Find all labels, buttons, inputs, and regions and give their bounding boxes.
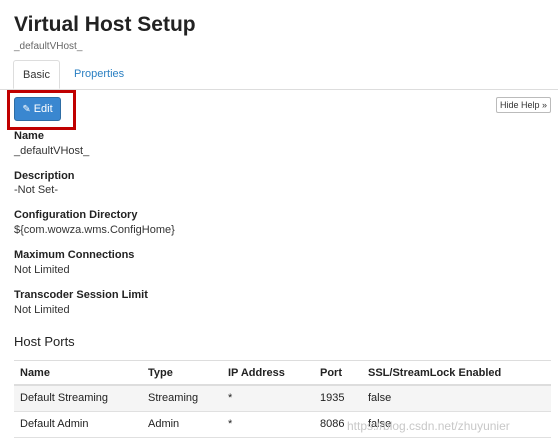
table-cell: Default Admin [20, 418, 89, 430]
host-ports-title: Host Ports [14, 334, 75, 349]
tab-bar [0, 89, 558, 90]
column-header: Type [148, 367, 173, 379]
transcoder-limit-label: Transcoder Session Limit [14, 289, 148, 301]
name-value: _defaultVHost_ [14, 145, 90, 157]
max-connections-label: Maximum Connections [14, 249, 135, 261]
config-dir-label: Configuration Directory [14, 209, 138, 221]
page-title: Virtual Host Setup [14, 13, 196, 36]
table-cell: 1935 [320, 392, 345, 404]
table-cell: Default Streaming [20, 392, 109, 404]
config-dir-value: ${com.wowza.wms.ConfigHome} [14, 224, 175, 236]
table-row: Default Streaming Streaming * 1935 false [14, 386, 551, 412]
table-cell: Admin [148, 418, 180, 430]
column-header: Name [20, 367, 50, 379]
tab-basic[interactable]: Basic [13, 60, 60, 89]
table-cell: Streaming [148, 392, 199, 404]
description-value: -Not Set- [14, 184, 59, 196]
column-header: IP Address [228, 367, 285, 379]
table-row: Default Admin Admin * 8086 false [14, 412, 551, 438]
pencil-icon: ✎ [22, 104, 31, 115]
table-cell: 8086 [320, 418, 345, 430]
table-header-row: Name Type IP Address Port SSL/StreamLock… [14, 360, 551, 386]
page-subtitle: _defaultVHost_ [14, 41, 83, 52]
table-cell: false [368, 392, 392, 404]
edit-button-label: Edit [33, 103, 53, 115]
max-connections-value: Not Limited [14, 264, 70, 276]
table-cell: * [228, 392, 233, 404]
hide-help-button[interactable]: Hide Help » [496, 97, 551, 113]
transcoder-limit-value: Not Limited [14, 304, 70, 316]
tab-properties[interactable]: Properties [74, 68, 124, 80]
name-label: Name [14, 130, 44, 142]
edit-button[interactable]: ✎ Edit [14, 97, 61, 121]
column-header: SSL/StreamLock Enabled [368, 367, 502, 379]
table-cell: false [368, 418, 392, 430]
column-header: Port [320, 367, 342, 379]
table-cell: * [228, 418, 233, 430]
description-label: Description [14, 170, 75, 182]
